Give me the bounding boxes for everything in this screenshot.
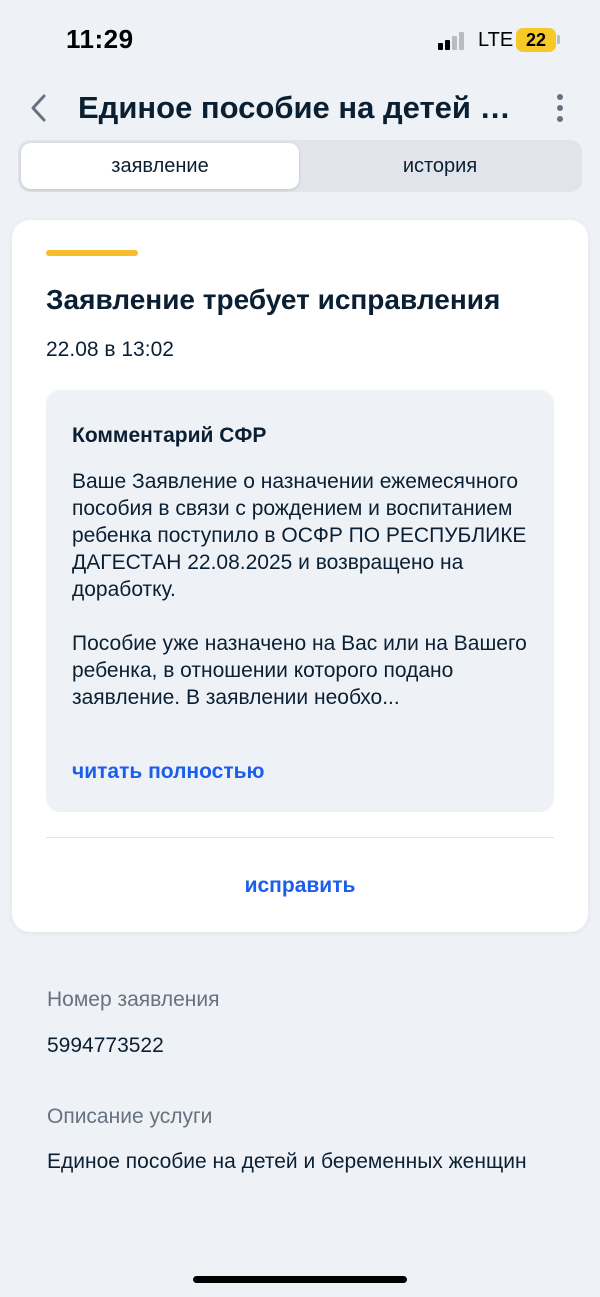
segmented-tabs: заявление история bbox=[18, 140, 582, 192]
network-type: LTE bbox=[478, 29, 514, 51]
battery-icon: 22 bbox=[516, 28, 556, 52]
status-title: Заявление требует исправления bbox=[46, 284, 501, 315]
signal-strength-icon bbox=[438, 32, 468, 50]
service-description-label: Описание услуги bbox=[47, 1105, 213, 1128]
status-time: 11:29 bbox=[66, 24, 134, 54]
home-indicator[interactable] bbox=[193, 1276, 407, 1283]
status-date: 22.08 в 13:02 bbox=[46, 338, 174, 361]
more-vertical-icon[interactable] bbox=[548, 88, 572, 128]
app-header: Единое пособие на детей и беременных жен… bbox=[0, 80, 600, 136]
divider bbox=[46, 837, 554, 838]
fix-application-button[interactable]: исправить bbox=[200, 866, 400, 906]
page-title: Единое пособие на детей и беременных жен… bbox=[78, 90, 518, 125]
status-card: Заявление требует исправления 22.08 в 13… bbox=[12, 220, 588, 932]
status-bar: 11:29 LTE 22 bbox=[0, 0, 600, 80]
read-more-link[interactable]: читать полностью bbox=[72, 760, 264, 784]
comment-paragraph: Ваше Заявление о назначении ежемесячного… bbox=[72, 470, 527, 601]
service-description-value: Единое пособие на детей и беременных жен… bbox=[47, 1150, 527, 1173]
battery-cap bbox=[557, 35, 560, 44]
comment-paragraph: Пособие уже назначено на Вас или на Ваше… bbox=[72, 632, 527, 709]
comment-body: Ваше Заявление о назначении ежемесячного… bbox=[72, 468, 542, 711]
chevron-left-icon[interactable] bbox=[24, 88, 56, 128]
tab-application[interactable]: заявление bbox=[21, 143, 299, 189]
application-number-value: 5994773522 bbox=[47, 1034, 164, 1057]
comment-box: Комментарий СФР Ваше Заявление о назначе… bbox=[46, 390, 554, 812]
status-accent-bar bbox=[46, 250, 138, 256]
tab-history[interactable]: история bbox=[301, 143, 579, 189]
battery-level: 22 bbox=[525, 30, 547, 50]
comment-title: Комментарий СФР bbox=[72, 424, 267, 447]
application-number-label: Номер заявления bbox=[47, 988, 220, 1011]
